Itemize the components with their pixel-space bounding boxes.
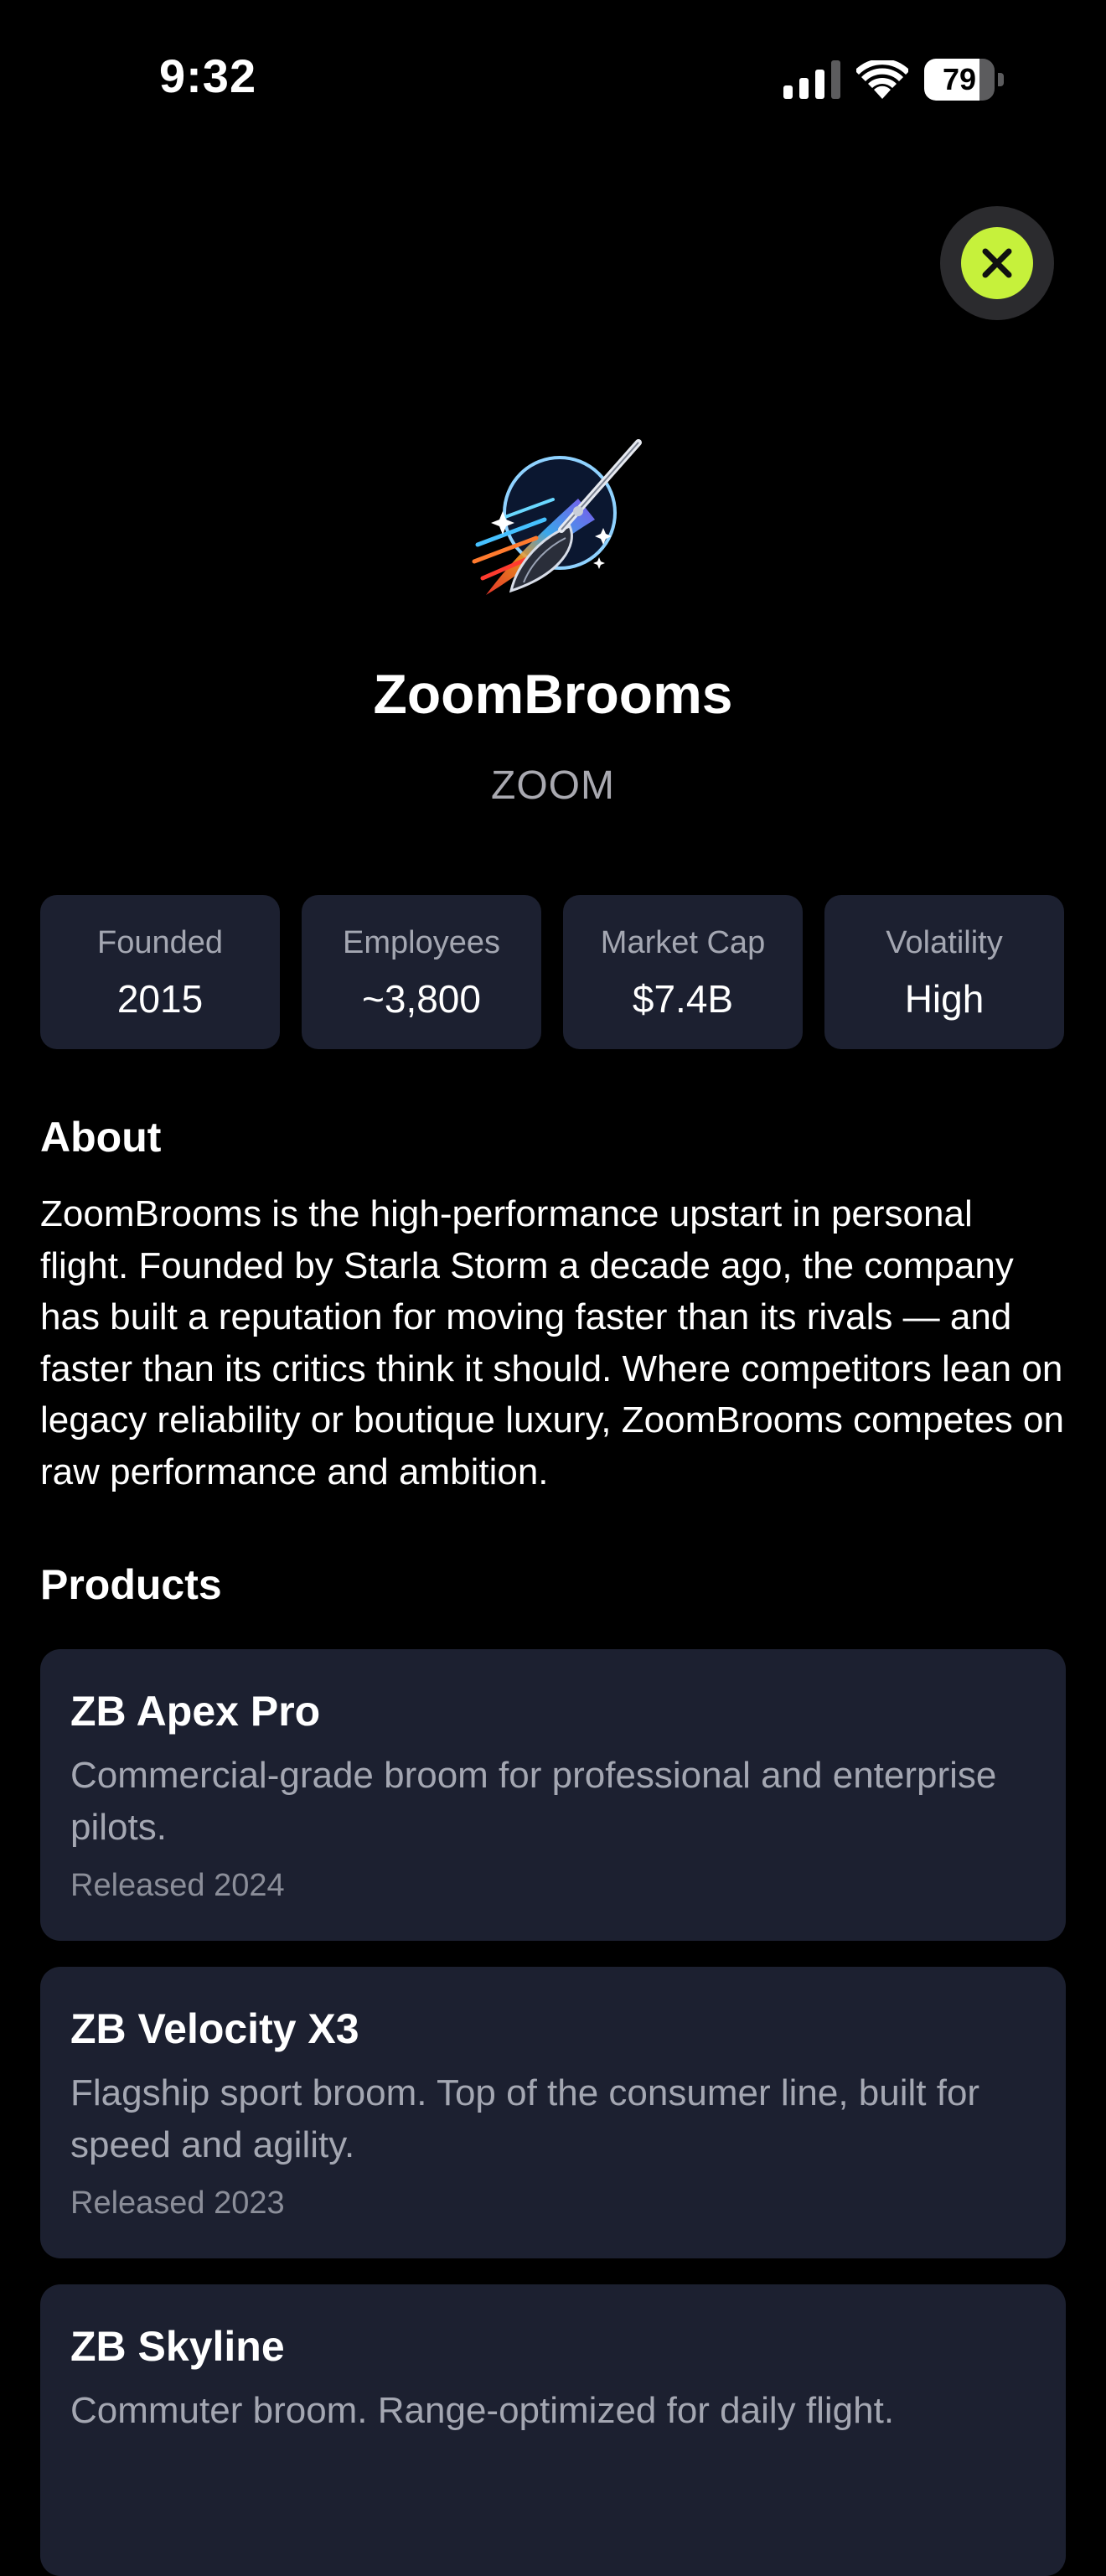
about-text: ZoomBrooms is the high-performance upsta…: [40, 1193, 1064, 1492]
stat-value: 2015: [116, 977, 204, 1021]
company-name: ZoomBrooms: [373, 663, 733, 725]
product-name: ZB Apex Pro: [70, 1688, 321, 1735]
stat-value: High: [904, 977, 985, 1021]
stat-volatility: Volatility High: [824, 895, 1064, 1049]
battery-cap: [998, 73, 1004, 86]
product-card-zb-velocity-x3[interactable]: ZB Velocity X3 Flagship sport broom. Top…: [40, 1967, 1066, 2258]
wifi-icon: [856, 60, 908, 99]
product-description: Commuter broom. Range-optimized for dail…: [70, 2390, 895, 2431]
product-description: Flagship sport broom. Top of the consume…: [70, 2072, 980, 2165]
close-icon: [982, 248, 1012, 278]
status-bar: 9:32 79: [0, 0, 1106, 159]
company-ticker: ZOOM: [491, 763, 615, 808]
stat-market-cap: Market Cap $7.4B: [563, 895, 803, 1049]
stat-founded: Founded 2015: [40, 895, 280, 1049]
product-card-zb-skyline[interactable]: ZB Skyline Commuter broom. Range-optimiz…: [40, 2284, 1066, 2576]
stat-label: Volatility: [886, 925, 1003, 960]
product-release: Released 2023: [70, 2185, 285, 2221]
stat-label: Founded: [96, 925, 223, 960]
stat-label: Market Cap: [600, 925, 766, 960]
broom-rocket-logo: [472, 439, 642, 595]
product-name: ZB Skyline: [70, 2323, 285, 2370]
about-heading: About: [40, 1114, 162, 1161]
stat-value: ~3,800: [362, 977, 481, 1021]
close-button[interactable]: [940, 206, 1054, 320]
status-time: 9:32: [159, 49, 257, 102]
products-heading: Products: [40, 1561, 222, 1608]
close-button-accent: [961, 227, 1033, 299]
product-name: ZB Velocity X3: [70, 2005, 359, 2052]
battery-indicator: 79: [924, 59, 1005, 101]
stat-employees: Employees ~3,800: [302, 895, 541, 1049]
battery-level: 79: [942, 62, 977, 96]
stat-value: $7.4B: [632, 977, 734, 1021]
product-release: Released 2024: [70, 1868, 285, 1903]
product-card-zb-apex-pro[interactable]: ZB Apex Pro Commercial-grade broom for p…: [40, 1649, 1066, 1941]
battery-body: 79: [924, 59, 995, 101]
cellular-signal-icon: [783, 60, 840, 99]
product-description: Commercial-grade broom for professional …: [70, 1755, 997, 1848]
stats-row: Founded 2015 Employees ~3,800 Market Cap…: [40, 895, 1066, 1049]
stat-label: Employees: [343, 925, 500, 960]
